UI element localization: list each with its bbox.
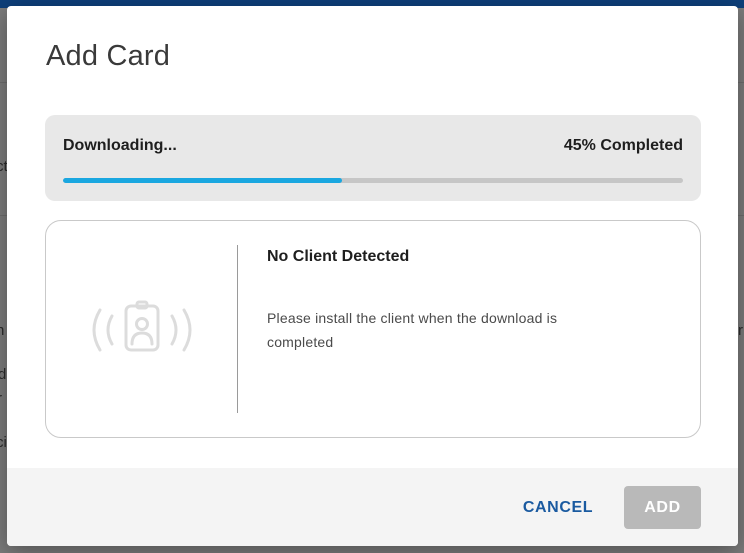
- add-card-dialog: Add Card Downloading... 45% Completed No…: [7, 6, 738, 546]
- download-status: Downloading...: [63, 137, 177, 154]
- cancel-button[interactable]: CANCEL: [507, 486, 609, 529]
- dialog-title: Add Card: [46, 40, 171, 72]
- card-divider: [237, 245, 238, 413]
- background-text-fragment: d: [0, 366, 7, 383]
- background-text-fragment: n: [0, 322, 5, 339]
- progress-bar-fill: [63, 178, 342, 183]
- background-text-fragment: r: [738, 322, 743, 339]
- background-text-fragment: ci: [0, 434, 7, 451]
- download-percent: 45% Completed: [563, 137, 683, 154]
- progress-bar-track: [63, 178, 683, 183]
- dialog-footer: CANCEL ADD: [7, 468, 738, 546]
- add-button[interactable]: ADD: [624, 486, 701, 529]
- id-card-signal-icon: [88, 300, 196, 360]
- background-text-fragment: r: [0, 390, 2, 407]
- download-progress-panel: Downloading... 45% Completed: [45, 115, 701, 201]
- client-status-heading: No Client Detected: [267, 248, 410, 265]
- client-status-message: Please install the client when the downl…: [267, 310, 558, 350]
- client-status-card: No Client Detected Please install the cl…: [45, 220, 701, 438]
